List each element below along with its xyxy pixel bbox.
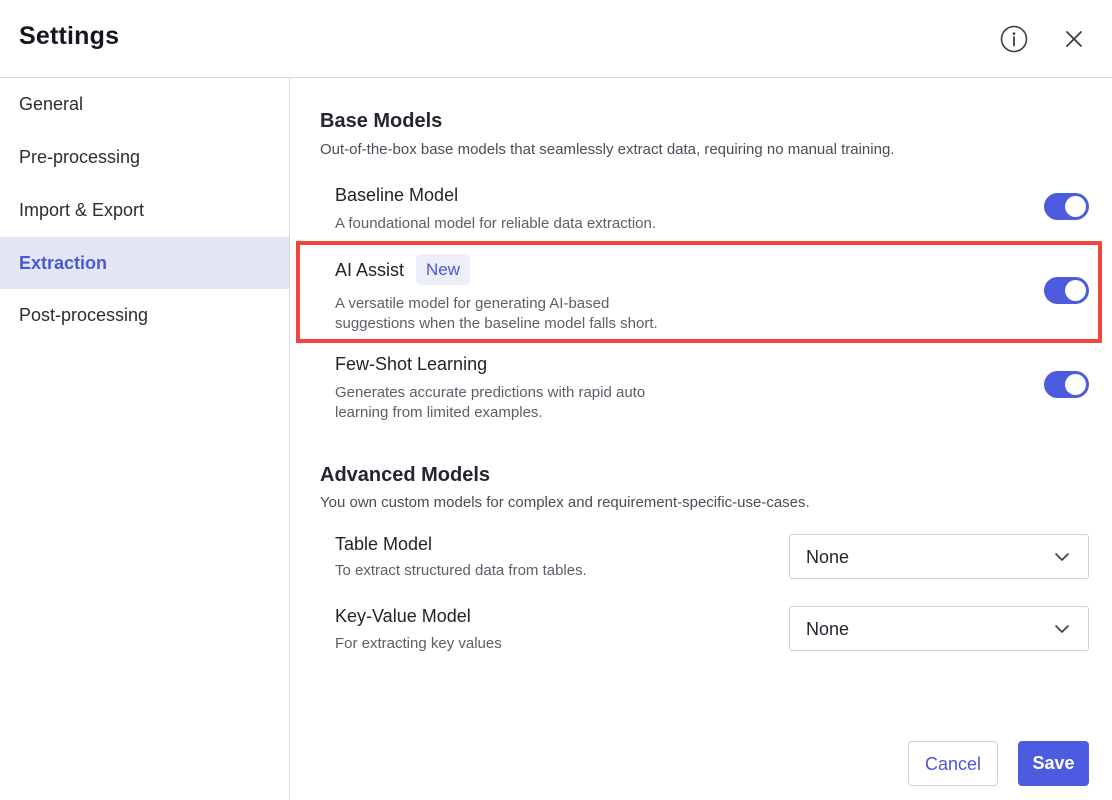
baseline-model-toggle[interactable] [1044, 193, 1089, 220]
chevron-down-icon [1055, 625, 1069, 633]
key-value-model-select[interactable]: None [789, 606, 1089, 651]
table-model-selected-value: None [806, 547, 850, 567]
chevron-down-icon [1055, 553, 1069, 561]
close-icon[interactable] [1062, 27, 1086, 51]
cancel-button[interactable]: Cancel [908, 741, 998, 786]
table-model-name: Table Model [335, 534, 433, 554]
sidebar-item-pre-processing[interactable]: Pre-processing [0, 131, 289, 183]
sidebar-item-general[interactable]: General [0, 78, 289, 130]
dialog-header: Settings [0, 0, 1112, 78]
few-shot-description-line-1: Generates accurate predictions with rapi… [335, 384, 646, 401]
ai-assist-description-line-2: suggestions when the baseline model fall… [335, 315, 658, 332]
settings-sidebar: General Pre-processing Import & Export E… [0, 78, 290, 800]
save-button[interactable]: Save [1018, 741, 1089, 786]
advanced-models-description: You own custom models for complex and re… [320, 494, 810, 511]
few-shot-learning-name: Few-Shot Learning [335, 354, 488, 374]
extraction-settings-panel: Base Models Out-of-the-box base models t… [290, 78, 1112, 800]
sidebar-item-extraction[interactable]: Extraction [0, 237, 289, 289]
few-shot-learning-toggle[interactable] [1044, 371, 1089, 398]
table-model-select[interactable]: None [789, 534, 1089, 579]
baseline-model-name: Baseline Model [335, 185, 459, 205]
sidebar-item-import-export[interactable]: Import & Export [0, 184, 289, 236]
key-value-model-name: Key-Value Model [335, 606, 471, 626]
ai-assist-toggle[interactable] [1044, 277, 1089, 304]
key-value-model-selected-value: None [806, 619, 850, 639]
new-badge: New [416, 254, 471, 285]
ai-assist-name: AI Assist [335, 260, 405, 280]
key-value-model-description: For extracting key values [335, 635, 502, 652]
few-shot-description-line-2: learning from limited examples. [335, 404, 543, 421]
toggle-knob [1065, 280, 1086, 301]
advanced-models-heading: Advanced Models [320, 464, 491, 486]
baseline-model-description: A foundational model for reliable data e… [335, 215, 657, 232]
toggle-knob [1065, 196, 1086, 217]
page-title: Settings [19, 22, 120, 50]
info-icon[interactable] [1000, 25, 1028, 53]
ai-assist-description-line-1: A versatile model for generating AI-base… [335, 295, 610, 312]
table-model-description: To extract structured data from tables. [335, 562, 587, 579]
base-models-description: Out-of-the-box base models that seamless… [320, 141, 895, 158]
toggle-knob [1065, 374, 1086, 395]
settings-dialog: Settings General Pre-processing Import &… [0, 0, 1112, 800]
base-models-heading: Base Models [320, 110, 443, 132]
sidebar-item-post-processing[interactable]: Post-processing [0, 289, 289, 341]
